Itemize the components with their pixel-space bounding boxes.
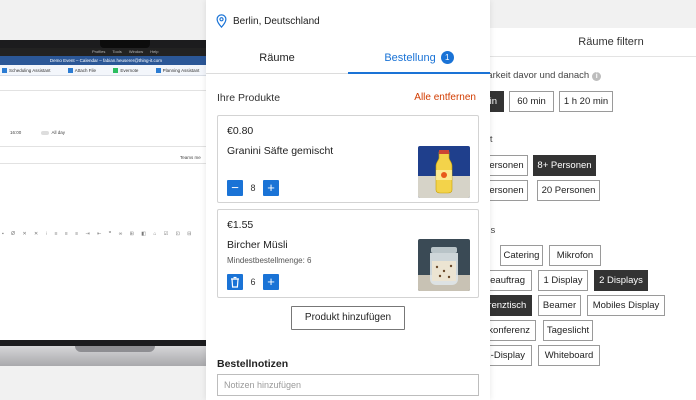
time-value: 16:00 [10, 130, 22, 135]
products-section-title: Ihre Produkte [217, 92, 281, 104]
tab-rooms[interactable]: Räume [206, 40, 348, 74]
plus-icon[interactable]: + [263, 274, 279, 290]
product-image-juice-bottle [418, 146, 470, 198]
format-toolbar: ▪ Ø ✕ ✕ ⁝ ≡ ≡ ≡ ⇥ ⇤ ❞ ∞ ⊞ ◧ ⌂ ☑ ⊡ ⊟ [2, 231, 195, 237]
menu-item-help: Help [150, 49, 159, 54]
ribbon-scheduling-assistant: Scheduling Assistant [2, 68, 59, 74]
capacity-chip[interactable]: 8+ Personen [533, 155, 596, 176]
order-count-badge: 1 [440, 51, 454, 64]
filter-title: Räume filtern [482, 28, 696, 57]
product-card: €0.80 Granini Säfte gemischt − 8 + [217, 115, 479, 203]
equipment-chip[interactable]: Mikrofon [549, 245, 601, 266]
tab-order[interactable]: Bestellung 1 [348, 40, 490, 74]
equipment-chip[interactable]: Mobiles Display [587, 295, 665, 316]
ribbon-attach-file: Attach File [67, 68, 104, 74]
order-panel: Berlin, Deutschland Räume Bestellung 1 Ih… [206, 0, 490, 400]
divider [0, 90, 212, 91]
location: Berlin, Deutschland [216, 14, 320, 28]
laptop-opening-notch [75, 346, 155, 352]
trash-icon[interactable] [227, 274, 243, 290]
ribbon-evernote: Evernote [113, 68, 146, 74]
minus-icon[interactable]: − [227, 180, 243, 196]
location-text: Berlin, Deutschland [233, 15, 320, 27]
calendar-window-title: Demo Event – Calendar – fabian.heuserer@… [0, 56, 212, 65]
tab-bar: Räume Bestellung 1 [206, 40, 490, 74]
menu-item-profiles: Profiles [92, 49, 106, 54]
product-name: Bircher Müsli [227, 239, 288, 251]
order-notes-input[interactable] [217, 374, 479, 396]
order-notes-label: Bestellnotizen [217, 358, 289, 370]
divider [0, 163, 212, 164]
equipment-chip[interactable]: 1 Display [538, 270, 588, 291]
equipment-chip[interactable]: Whiteboard [538, 345, 600, 366]
availability-chip[interactable]: 60 min [509, 91, 554, 112]
allday-label: All day [51, 130, 66, 135]
time-row: 16:00 All day [2, 130, 65, 135]
calendar-ribbon: Scheduling Assistant Attach File Evernot… [0, 65, 212, 76]
ribbon-planning-assistant: Planning Assistant [155, 68, 208, 74]
planning-icon [155, 68, 161, 74]
availability-chip[interactable]: 1 h 20 min [559, 91, 613, 112]
info-icon[interactable]: i [592, 72, 602, 81]
equipment-chip[interactable]: 2 Displays [594, 270, 648, 291]
teams-label: Teams me [180, 155, 201, 160]
divider [0, 146, 212, 147]
equipment-chip[interactable]: okonferenz [482, 320, 536, 341]
product-price: €0.80 [227, 125, 254, 137]
tab-rooms-label: Räume [259, 52, 295, 64]
tab-order-label: Bestellung [384, 52, 436, 64]
availability-label: barkeit davor und danach i [482, 70, 602, 81]
product-card: €1.55 Bircher Müsli Mindestbestellmenge:… [217, 209, 479, 298]
mac-menubar: Profiles Tools Window Help [0, 48, 212, 56]
equipment-chip[interactable]: Catering [500, 245, 543, 266]
quantity-value: 6 [250, 277, 256, 287]
laptop-notch [100, 40, 150, 48]
calendar-icon [2, 68, 7, 74]
product-name: Granini Säfte gemischt [227, 145, 334, 157]
menu-item-window: Window [128, 49, 144, 54]
product-image-muesli-jar [418, 239, 470, 291]
product-price: €1.55 [227, 219, 254, 231]
plus-icon[interactable]: + [263, 180, 279, 196]
capacity-chip[interactable]: 20 Personen [537, 180, 600, 201]
allday-toggle [40, 130, 49, 135]
laptop-screen: Profiles Tools Window Help Demo Event – … [0, 48, 212, 340]
location-pin-icon [216, 14, 227, 28]
equipment-chip[interactable]: Beamer [538, 295, 581, 316]
remove-all-link[interactable]: Alle entfernen [414, 92, 476, 103]
add-product-button[interactable]: Produkt hinzufügen [291, 306, 405, 330]
minimum-order-note: Mindestbestellmenge: 6 [227, 256, 312, 265]
laptop-mockup: Profiles Tools Window Help Demo Event – … [0, 0, 240, 400]
menu-item-tools: Tools [112, 49, 122, 54]
paperclip-icon [67, 68, 73, 74]
quantity-value: 8 [250, 183, 256, 193]
equipment-chip[interactable]: Tageslicht [543, 320, 593, 341]
room-filter-panel: Räume filtern barkeit davor und danach i … [482, 28, 696, 400]
evernote-icon [113, 68, 119, 74]
